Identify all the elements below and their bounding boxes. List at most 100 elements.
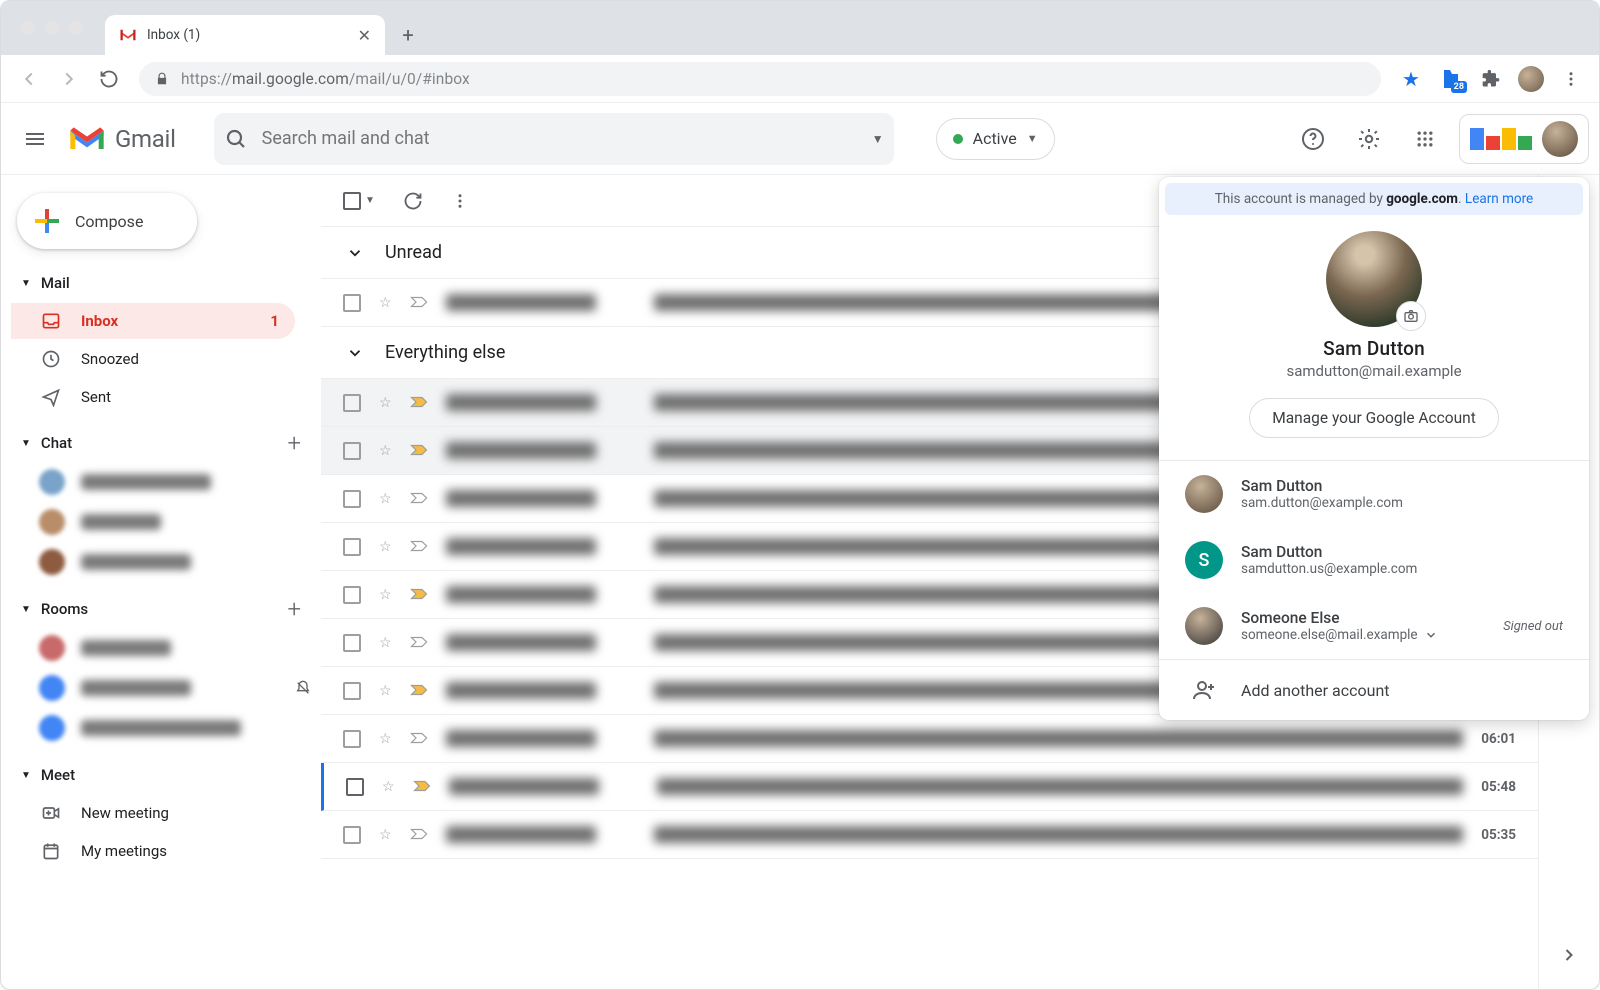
main-menu-button[interactable]	[11, 115, 59, 163]
more-button[interactable]	[451, 192, 469, 210]
star-button[interactable]: ☆	[379, 443, 392, 459]
nav-new-meeting[interactable]: New meeting	[11, 795, 295, 831]
row-checkbox[interactable]	[343, 682, 361, 700]
star-button[interactable]: ☆	[379, 539, 392, 555]
chevron-down-icon	[1424, 628, 1438, 642]
traffic-light-close[interactable]	[21, 21, 35, 35]
popover-name: Sam Dutton	[1159, 337, 1589, 360]
gmail-m-icon	[119, 28, 137, 42]
nav-snoozed[interactable]: Snoozed	[11, 341, 295, 377]
row-checkbox[interactable]	[343, 634, 361, 652]
room-item[interactable]	[11, 629, 311, 667]
chat-item[interactable]	[11, 503, 311, 541]
importance-marker[interactable]	[410, 636, 428, 650]
importance-marker[interactable]	[410, 296, 428, 310]
row-checkbox[interactable]	[343, 586, 361, 604]
row-checkbox[interactable]	[343, 730, 361, 748]
account-popover: This account is managed by google.com. L…	[1159, 177, 1589, 720]
bookmark-star-button[interactable]: ★	[1393, 61, 1429, 97]
extensions-puzzle-button[interactable]	[1473, 61, 1509, 97]
star-button[interactable]: ☆	[379, 395, 392, 411]
presence-dot-icon	[953, 134, 963, 144]
chat-item[interactable]	[11, 543, 311, 581]
star-button[interactable]: ☆	[379, 731, 392, 747]
section-rooms[interactable]: ▼Rooms+	[11, 591, 311, 627]
nav-reload-button[interactable]	[91, 61, 127, 97]
account-row[interactable]: SSam Duttonsamdutton.us@example.com	[1159, 527, 1589, 593]
star-button[interactable]: ☆	[379, 635, 392, 651]
row-checkbox[interactable]	[343, 826, 361, 844]
importance-marker[interactable]	[410, 540, 428, 554]
tab-close-button[interactable]: ✕	[358, 26, 371, 45]
manage-account-button[interactable]: Manage your Google Account	[1249, 398, 1499, 438]
org-brand-box[interactable]	[1459, 114, 1589, 164]
apps-grid-button[interactable]	[1403, 117, 1447, 161]
row-checkbox[interactable]	[346, 778, 364, 796]
status-pill[interactable]: Active ▼	[936, 118, 1055, 160]
importance-marker[interactable]	[410, 732, 428, 746]
star-button[interactable]: ☆	[379, 587, 392, 603]
account-row[interactable]: Someone Elsesomeone.else@mail.example Si…	[1159, 593, 1589, 659]
chrome-profile-button[interactable]	[1513, 61, 1549, 97]
row-checkbox[interactable]	[343, 294, 361, 312]
section-mail[interactable]: ▼Mail	[11, 265, 311, 301]
account-row[interactable]: Sam Duttonsam.dutton@example.com	[1159, 461, 1589, 527]
nav-back-button[interactable]	[11, 61, 47, 97]
room-item[interactable]	[11, 669, 311, 707]
section-chat[interactable]: ▼Chat+	[11, 425, 311, 461]
importance-marker[interactable]	[413, 780, 431, 794]
importance-marker[interactable]	[410, 492, 428, 506]
search-bar[interactable]: ▼	[214, 113, 894, 165]
add-account-button[interactable]: Add another account	[1159, 660, 1589, 720]
browser-tab[interactable]: Inbox (1) ✕	[105, 15, 385, 55]
account-avatar-icon	[1185, 607, 1223, 645]
importance-marker[interactable]	[410, 684, 428, 698]
section-meet[interactable]: ▼Meet	[11, 757, 311, 793]
change-photo-button[interactable]	[1396, 301, 1426, 331]
row-checkbox[interactable]	[343, 490, 361, 508]
row-checkbox[interactable]	[343, 394, 361, 412]
search-input[interactable]	[262, 128, 858, 149]
caret-down-icon: ▼	[21, 770, 31, 781]
chevron-down-icon	[343, 341, 367, 365]
star-button[interactable]: ☆	[379, 827, 392, 843]
compose-button[interactable]: Compose	[17, 193, 197, 249]
star-button[interactable]: ☆	[379, 491, 392, 507]
nav-inbox[interactable]: Inbox 1	[11, 303, 295, 339]
row-checkbox[interactable]	[343, 442, 361, 460]
account-avatar-button[interactable]	[1542, 121, 1578, 157]
settings-button[interactable]	[1347, 117, 1391, 161]
star-button[interactable]: ☆	[379, 295, 392, 311]
star-button[interactable]: ☆	[379, 683, 392, 699]
importance-marker[interactable]	[410, 444, 428, 458]
refresh-button[interactable]	[403, 191, 423, 211]
room-item[interactable]	[11, 709, 311, 747]
mail-row[interactable]: ☆05:48	[321, 763, 1538, 811]
url-field[interactable]: https://mail.google.com/mail/u/0/#inbox	[139, 62, 1381, 96]
traffic-light-min[interactable]	[45, 21, 59, 35]
search-options-button[interactable]: ▼	[872, 132, 884, 146]
learn-more-link[interactable]: Learn more	[1465, 191, 1533, 207]
nav-my-meetings[interactable]: My meetings	[11, 833, 295, 869]
nav-sent[interactable]: Sent	[11, 379, 295, 415]
importance-marker[interactable]	[410, 396, 428, 410]
importance-marker[interactable]	[410, 828, 428, 842]
extension-button[interactable]: 28	[1433, 61, 1469, 97]
person-add-icon	[1192, 678, 1216, 702]
new-tab-button[interactable]: +	[391, 18, 425, 52]
mail-row[interactable]: ☆05:35	[321, 811, 1538, 859]
traffic-light-max[interactable]	[69, 21, 83, 35]
add-room-button[interactable]: +	[287, 595, 301, 623]
nav-forward-button[interactable]	[51, 61, 87, 97]
support-button[interactable]	[1291, 117, 1335, 161]
gmail-logo[interactable]: Gmail	[67, 124, 176, 154]
row-checkbox[interactable]	[343, 538, 361, 556]
add-chat-button[interactable]: +	[287, 429, 301, 457]
chat-item[interactable]	[11, 463, 311, 501]
side-panel-toggle[interactable]	[1553, 939, 1585, 971]
select-all-checkbox[interactable]: ▼	[343, 192, 375, 210]
importance-marker[interactable]	[410, 588, 428, 602]
chrome-menu-button[interactable]	[1553, 61, 1589, 97]
star-button[interactable]: ☆	[382, 779, 395, 795]
mail-row[interactable]: ☆06:01	[321, 715, 1538, 763]
